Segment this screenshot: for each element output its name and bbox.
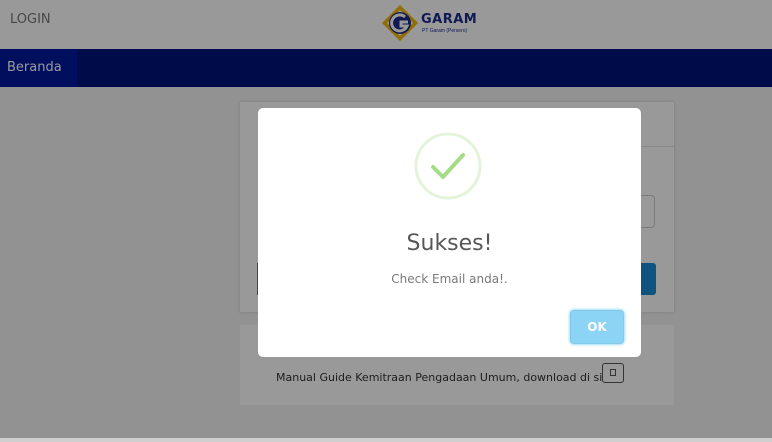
- ok-button[interactable]: OK: [570, 310, 624, 344]
- dialog-message: Check Email anda!.: [391, 272, 508, 286]
- checkmark-icon: [414, 132, 482, 200]
- success-dialog: Sukses! Check Email anda!. OK: [258, 108, 641, 357]
- dialog-title: Sukses!: [406, 231, 493, 256]
- bottom-strip: [0, 438, 772, 442]
